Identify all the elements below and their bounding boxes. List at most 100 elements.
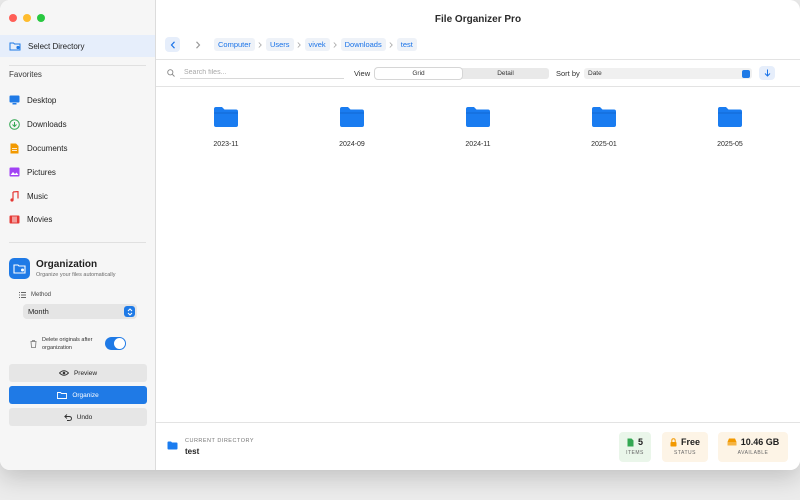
folder-icon bbox=[214, 107, 238, 127]
select-directory-button[interactable]: Select Directory bbox=[0, 35, 155, 57]
minimize-window-button[interactable] bbox=[23, 14, 31, 22]
window-controls bbox=[9, 14, 45, 22]
arrow-down-icon bbox=[764, 69, 770, 77]
breadcrumb-downloads[interactable]: Downloads bbox=[340, 38, 386, 51]
chevron-right-icon bbox=[386, 41, 397, 48]
folder-item[interactable]: 2025-05 bbox=[690, 106, 770, 148]
sidebar-item-label: Music bbox=[27, 191, 48, 201]
trash-icon bbox=[30, 340, 37, 348]
folder-icon bbox=[340, 107, 364, 127]
movie-icon bbox=[9, 214, 20, 225]
sort-value: Date bbox=[588, 70, 602, 77]
preview-button[interactable]: Preview bbox=[9, 364, 147, 382]
chevron-right-icon bbox=[255, 41, 266, 48]
breadcrumb-users[interactable]: Users bbox=[265, 38, 294, 51]
undo-icon bbox=[63, 413, 72, 421]
sidebar-item-label: Documents bbox=[27, 143, 68, 153]
sidebar-item-music[interactable]: Music bbox=[9, 190, 48, 202]
folder-item[interactable]: 2025-01 bbox=[564, 106, 644, 148]
document-icon bbox=[9, 143, 20, 154]
available-value: 10.46 GB bbox=[740, 437, 780, 447]
undo-button[interactable]: Undo bbox=[9, 408, 147, 426]
breadcrumb-vivek[interactable]: vivek bbox=[304, 38, 330, 51]
available-stat: 10.46 GB AVAILABLE bbox=[718, 432, 788, 462]
method-select[interactable]: Month bbox=[23, 304, 137, 319]
folder-item[interactable]: 2024-09 bbox=[312, 106, 392, 148]
available-label: AVAILABLE bbox=[737, 450, 769, 456]
items-label: ITEMS bbox=[626, 450, 644, 456]
items-stat: 5 ITEMS bbox=[619, 432, 651, 462]
items-count: 5 bbox=[637, 437, 643, 447]
search-input[interactable] bbox=[180, 67, 344, 79]
method-label: Method bbox=[19, 292, 51, 298]
sidebar-item-documents[interactable]: Documents bbox=[9, 142, 67, 154]
search-icon bbox=[167, 69, 175, 77]
toolbar: View Grid Detail Sort by Date bbox=[156, 61, 800, 87]
folder-badge-icon bbox=[9, 42, 21, 51]
delete-originals-row: Delete originals after organization bbox=[30, 336, 104, 352]
desktop-icon bbox=[9, 95, 20, 106]
sidebar-item-desktop[interactable]: Desktop bbox=[9, 94, 56, 106]
zoom-window-button[interactable] bbox=[37, 14, 45, 22]
divider bbox=[9, 65, 146, 66]
view-option-detail[interactable]: Detail bbox=[462, 68, 549, 79]
chevron-right-icon bbox=[294, 41, 305, 48]
toggle-knob bbox=[114, 338, 125, 349]
breadcrumb-test[interactable]: test bbox=[396, 38, 417, 51]
eye-icon bbox=[58, 370, 69, 376]
folder-icon bbox=[167, 441, 178, 450]
chevron-right-icon bbox=[195, 40, 200, 49]
favorites-title: Favorites bbox=[9, 70, 42, 79]
view-label: View bbox=[354, 69, 371, 78]
lock-icon bbox=[670, 437, 677, 446]
picture-icon bbox=[9, 167, 20, 178]
sidebar-item-label: Movies bbox=[27, 214, 53, 224]
delete-originals-toggle[interactable] bbox=[105, 337, 126, 350]
view-option-grid[interactable]: Grid bbox=[375, 68, 462, 79]
status-label: STATUS bbox=[674, 450, 696, 456]
navigation-bar: Computer Users vivek Downloads test bbox=[156, 36, 800, 60]
drive-icon bbox=[727, 438, 737, 446]
folder-item[interactable]: 2023-11 bbox=[186, 106, 266, 148]
folder-item[interactable]: 2024-11 bbox=[438, 106, 518, 148]
folder-icon bbox=[466, 107, 490, 127]
folder-icon bbox=[718, 107, 742, 127]
folder-name: 2024-11 bbox=[465, 141, 491, 148]
organize-button[interactable]: Organize bbox=[9, 386, 147, 404]
current-directory-label: CURRENT DIRECTORY bbox=[185, 438, 255, 444]
folder-gear-icon bbox=[9, 258, 30, 279]
delete-originals-label: Delete originals after organization bbox=[42, 337, 93, 351]
folder-name: 2024-09 bbox=[339, 141, 365, 148]
sort-direction-button[interactable] bbox=[759, 66, 775, 80]
status-bar: CURRENT DIRECTORY test 5 ITEMS Free STAT… bbox=[156, 422, 800, 470]
sort-select[interactable]: Date bbox=[584, 68, 752, 79]
view-mode-segmented-control: Grid Detail bbox=[375, 68, 549, 79]
folder-icon bbox=[592, 107, 616, 127]
chevron-right-icon bbox=[330, 41, 341, 48]
folder-name: 2023-11 bbox=[213, 141, 239, 148]
main-panel: File Organizer Pro Computer Users vivek … bbox=[156, 0, 800, 470]
breadcrumb: Computer Users vivek Downloads test bbox=[214, 38, 417, 51]
chevron-left-icon bbox=[170, 40, 175, 49]
close-window-button[interactable] bbox=[9, 14, 17, 22]
folder-name: 2025-01 bbox=[591, 141, 617, 148]
method-value: Month bbox=[28, 307, 49, 316]
app-title: File Organizer Pro bbox=[434, 14, 522, 25]
divider bbox=[9, 242, 146, 243]
folder-name: 2025-05 bbox=[717, 141, 743, 148]
back-button[interactable] bbox=[165, 37, 180, 52]
sidebar-item-downloads[interactable]: Downloads bbox=[9, 118, 67, 130]
sidebar-item-label: Desktop bbox=[27, 95, 57, 105]
sidebar: Select Directory Favorites Desktop Downl… bbox=[0, 0, 156, 470]
sidebar-item-movies[interactable]: Movies bbox=[9, 213, 52, 225]
organization-subtitle: Organize your files automatically bbox=[36, 272, 116, 278]
breadcrumb-computer[interactable]: Computer bbox=[214, 38, 255, 51]
chevron-up-down-icon bbox=[124, 306, 135, 317]
status-stat: Free STATUS bbox=[662, 432, 708, 462]
forward-button[interactable] bbox=[190, 37, 205, 52]
chevron-up-down-icon bbox=[742, 69, 750, 78]
current-directory-value: test bbox=[185, 447, 200, 456]
select-directory-label: Select Directory bbox=[28, 41, 85, 51]
document-icon bbox=[627, 438, 634, 446]
sidebar-item-pictures[interactable]: Pictures bbox=[9, 166, 56, 178]
